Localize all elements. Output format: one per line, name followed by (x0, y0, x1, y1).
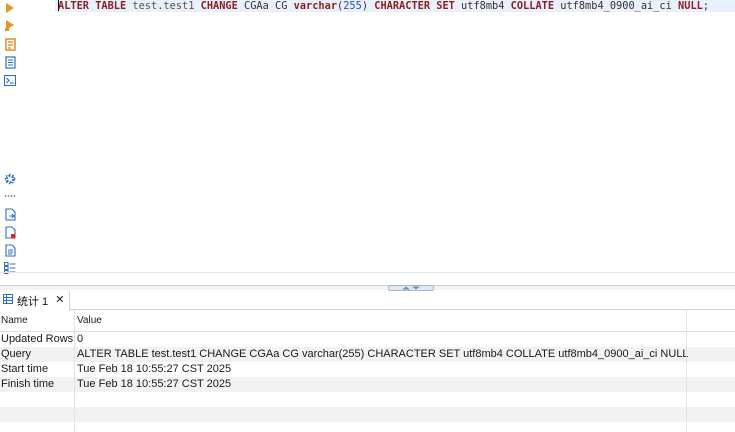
sql-editor[interactable]: ALTER TABLE test.test1 CHANGE CGAa CG va… (55, 0, 735, 272)
sql-editor-toolbar (0, 0, 20, 284)
sql-token: NULL (678, 0, 703, 12)
sql-token: utf8mb4 (454, 0, 511, 12)
column-header-name[interactable]: Name (1, 315, 28, 326)
table-row[interactable]: Updated Rows 0 (0, 332, 735, 347)
column-divider[interactable] (74, 310, 75, 432)
row-name-cell: Start time (1, 363, 49, 375)
row-value-cell: 0 (77, 333, 84, 345)
row-name-cell: Finish time (1, 378, 55, 390)
settings-icon[interactable] (3, 172, 17, 186)
row-value-cell: Tue Feb 18 10:55:27 CST 2025 (77, 363, 232, 375)
row-name-cell: Query (1, 348, 31, 360)
sql-token: varchar (293, 0, 338, 12)
sql-token: test (132, 0, 158, 12)
grid-header: Name Value (0, 310, 735, 332)
editor-bottom-border (0, 272, 735, 273)
table-row[interactable]: Query ALTER TABLE test.test1 CHANGE CGAa… (0, 347, 735, 362)
column-header-value[interactable]: Value (77, 315, 102, 326)
sql-token: COLLATE (510, 0, 555, 12)
export-icon[interactable] (3, 207, 17, 221)
statistics-grid[interactable]: Name Value Updated Rows 0 Query ALTER TA… (0, 310, 735, 432)
format-icon[interactable] (3, 243, 17, 257)
sql-token: ; (702, 0, 710, 12)
table-row[interactable]: Start time Tue Feb 18 10:55:27 CST 2025 (0, 362, 735, 377)
sql-token: CGAa CG (237, 0, 294, 12)
grid-table-icon (3, 294, 13, 307)
console-icon[interactable] (3, 73, 17, 87)
panel-splitter[interactable] (0, 285, 735, 290)
load-script-icon[interactable] (3, 55, 17, 69)
close-icon[interactable]: ✕ (55, 295, 64, 306)
run-script-icon[interactable] (3, 18, 17, 32)
sql-token: ) (361, 0, 375, 12)
row-value-cell: ALTER TABLE test.test1 CHANGE CGAa CG va… (77, 348, 689, 360)
tab-label: 统计 1 (17, 295, 49, 308)
sql-token: test1 (163, 0, 195, 12)
row-name-cell: Updated Rows (1, 333, 74, 345)
run-statement-icon[interactable] (3, 1, 17, 15)
more-dots-icon[interactable] (3, 189, 17, 203)
sql-token: utf8mb4_0900_ai_ci (554, 0, 679, 12)
sql-token: ALTER TABLE (58, 0, 127, 12)
row-value-cell: Tue Feb 18 10:55:27 CST 2025 (77, 378, 232, 390)
sql-token: 255 (343, 0, 362, 12)
delete-file-icon[interactable] (3, 225, 17, 239)
sql-token: CHANGE (200, 0, 238, 12)
column-divider (686, 310, 687, 432)
sql-statement-line[interactable]: ALTER TABLE test.test1 CHANGE CGAa CG va… (58, 0, 709, 12)
table-row[interactable] (0, 392, 735, 407)
tab-statistics-1[interactable]: 统计 1 ✕ (0, 291, 70, 310)
table-row[interactable]: Finish time Tue Feb 18 10:55:27 CST 2025 (0, 377, 735, 392)
results-tab-bar: 统计 1 ✕ (0, 291, 735, 310)
sql-token: CHARACTER SET (374, 0, 455, 12)
explain-plan-icon[interactable] (3, 37, 17, 51)
table-row[interactable] (0, 407, 735, 422)
